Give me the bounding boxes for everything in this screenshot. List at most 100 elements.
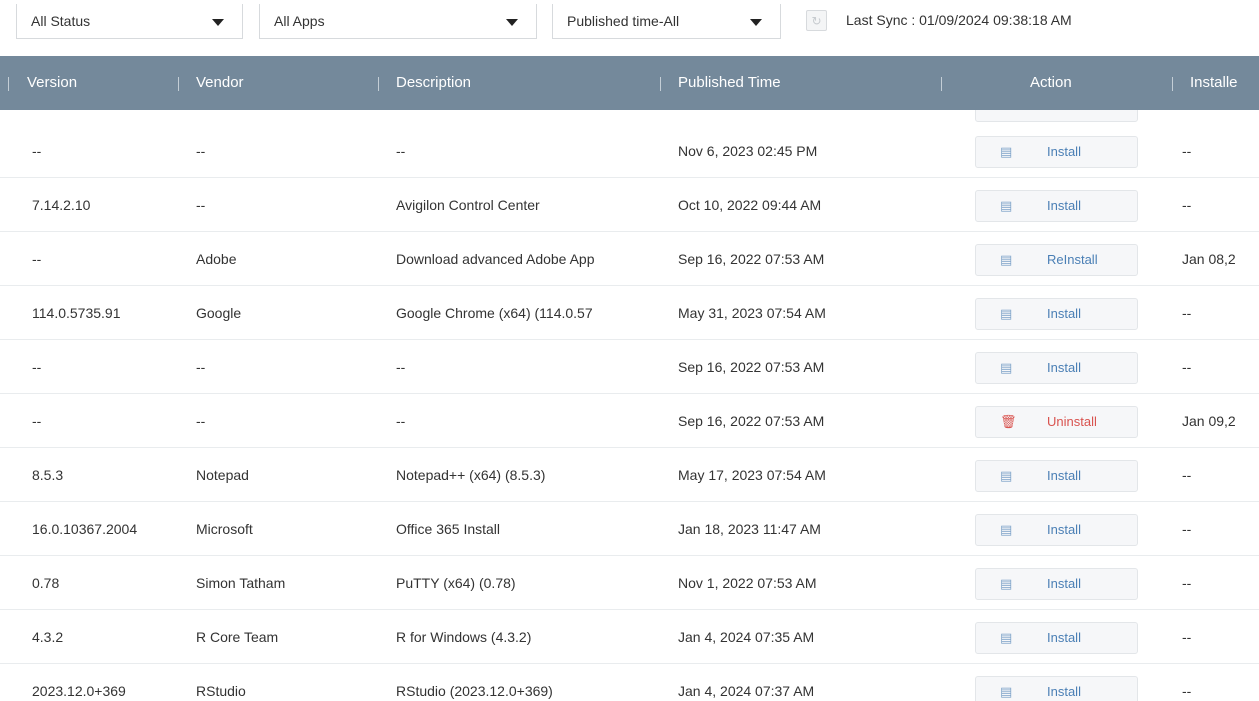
column-header-vendor[interactable]: Vendor (196, 56, 244, 110)
table-row[interactable]: 114.0.5735.91 Google Google Chrome (x64)… (0, 286, 1259, 340)
version-cell: 16.0.10367.2004 (32, 521, 138, 537)
apps-filter-dropdown[interactable]: All Apps (259, 4, 537, 39)
partial-action-button[interactable] (975, 110, 1138, 122)
install-icon: ▤ (1000, 198, 1013, 213)
install-button[interactable]: ▤ Install (975, 352, 1138, 384)
install-button[interactable]: ▤ Install (975, 190, 1138, 222)
vendor-cell: RStudio (196, 683, 246, 699)
version-cell: -- (32, 143, 42, 159)
installed-time-cell: -- (1182, 143, 1192, 159)
column-divider[interactable] (8, 77, 9, 91)
description-cell: Download advanced Adobe App (396, 251, 595, 267)
column-divider[interactable] (178, 77, 179, 91)
action-label: ReInstall (1047, 252, 1098, 267)
filter-bar: All Status All Apps Published time-All ↻… (0, 0, 1259, 56)
description-cell: -- (396, 413, 406, 429)
published-time-filter-dropdown[interactable]: Published time-All (552, 4, 781, 39)
version-cell: 8.5.3 (32, 467, 64, 483)
install-button[interactable]: ▤ Install (975, 676, 1138, 701)
install-button[interactable]: ▤ Install (975, 622, 1138, 654)
vendor-cell: Google (196, 305, 242, 321)
description-cell: R for Windows (4.3.2) (396, 629, 532, 645)
version-cell: 7.14.2.10 (32, 197, 91, 213)
table-row[interactable]: -- -- -- Nov 6, 2023 02:45 PM ▤ Install … (0, 124, 1259, 178)
status-filter-value: All Status (31, 13, 91, 29)
description-cell: -- (396, 143, 406, 159)
installed-time-cell: -- (1182, 467, 1192, 483)
column-divider[interactable] (1172, 77, 1173, 91)
action-label: Install (1047, 360, 1081, 375)
table-body: -- -- -- Nov 6, 2023 02:45 PM ▤ Install … (0, 110, 1259, 701)
published-time-cell: Jan 4, 2024 07:35 AM (678, 629, 815, 645)
install-icon: ▤ (1000, 306, 1013, 321)
description-cell: -- (396, 359, 406, 375)
trash-icon: 🗑 (1000, 414, 1017, 429)
vendor-cell: Microsoft (196, 521, 253, 537)
vendor-cell: Adobe (196, 251, 237, 267)
column-header-description[interactable]: Description (396, 56, 471, 110)
description-cell: PuTTY (x64) (0.78) (396, 575, 516, 591)
table-row[interactable]: -- -- -- Sep 16, 2022 07:53 AM ▤ Install… (0, 340, 1259, 394)
action-label: Install (1047, 684, 1081, 699)
install-icon: ▤ (1000, 684, 1013, 699)
install-button[interactable]: ▤ Install (975, 514, 1138, 546)
action-label: Install (1047, 576, 1081, 591)
description-cell: Avigilon Control Center (396, 197, 540, 213)
vendor-cell: -- (196, 359, 206, 375)
version-cell: -- (32, 359, 42, 375)
install-icon: ▤ (1000, 576, 1013, 591)
install-icon: ▤ (1000, 522, 1013, 537)
table-row[interactable]: 16.0.10367.2004 Microsoft Office 365 Ins… (0, 502, 1259, 556)
chevron-down-icon (212, 19, 224, 26)
chevron-down-icon (750, 19, 762, 26)
install-button[interactable]: ▤ Install (975, 568, 1138, 600)
vendor-cell: Notepad (196, 467, 249, 483)
description-cell: Notepad++ (x64) (8.5.3) (396, 467, 546, 483)
table-row[interactable]: 7.14.2.10 -- Avigilon Control Center Oct… (0, 178, 1259, 232)
published-time-cell: Nov 1, 2022 07:53 AM (678, 575, 817, 591)
uninstall-button[interactable]: 🗑 Uninstall (975, 406, 1138, 438)
table-row[interactable]: -- Adobe Download advanced Adobe App Sep… (0, 232, 1259, 286)
table-row[interactable]: 8.5.3 Notepad Notepad++ (x64) (8.5.3) Ma… (0, 448, 1259, 502)
install-button[interactable]: ▤ Install (975, 298, 1138, 330)
version-cell: -- (32, 413, 42, 429)
reinstall-button[interactable]: ▤ ReInstall (975, 244, 1138, 276)
published-time-filter-value: Published time-All (567, 13, 680, 29)
published-time-cell: May 31, 2023 07:54 AM (678, 305, 826, 321)
install-icon: ▤ (1000, 360, 1013, 375)
install-icon: ▤ (1000, 252, 1013, 267)
table-row[interactable]: 0.78 Simon Tatham PuTTY (x64) (0.78) Nov… (0, 556, 1259, 610)
installed-time-cell: -- (1182, 521, 1192, 537)
vendor-cell: -- (196, 143, 206, 159)
installed-time-cell: Jan 09,2 (1182, 413, 1236, 429)
column-header-installed[interactable]: Installe (1190, 56, 1238, 110)
column-divider[interactable] (378, 77, 379, 91)
column-header-published-time[interactable]: Published Time (678, 56, 781, 110)
action-label: Uninstall (1047, 414, 1097, 429)
refresh-icon[interactable]: ↻ (806, 10, 827, 31)
published-time-cell: Oct 10, 2022 09:44 AM (678, 197, 822, 213)
version-cell: 2023.12.0+369 (32, 683, 126, 699)
action-label: Install (1047, 630, 1081, 645)
column-header-version[interactable]: Version (27, 56, 77, 110)
table-row[interactable]: -- -- -- Sep 16, 2022 07:53 AM 🗑 Uninsta… (0, 394, 1259, 448)
status-filter-dropdown[interactable]: All Status (16, 4, 243, 39)
published-time-cell: Sep 16, 2022 07:53 AM (678, 413, 825, 429)
installed-time-cell: -- (1182, 305, 1192, 321)
description-cell: Office 365 Install (396, 521, 501, 537)
table-row[interactable]: 4.3.2 R Core Team R for Windows (4.3.2) … (0, 610, 1259, 664)
install-button[interactable]: ▤ Install (975, 460, 1138, 492)
vendor-cell: Simon Tatham (196, 575, 286, 591)
installed-time-cell: -- (1182, 197, 1192, 213)
column-divider[interactable] (941, 77, 942, 91)
install-button[interactable]: ▤ Install (975, 136, 1138, 168)
column-divider[interactable] (660, 77, 661, 91)
installed-time-cell: -- (1182, 683, 1192, 699)
action-label: Install (1047, 144, 1081, 159)
version-cell: 0.78 (32, 575, 60, 591)
action-label: Install (1047, 468, 1081, 483)
table-row[interactable]: 2023.12.0+369 RStudio RStudio (2023.12.0… (0, 664, 1259, 701)
column-header-action: Action (1030, 74, 1072, 91)
description-cell: RStudio (2023.12.0+369) (396, 683, 553, 699)
chevron-down-icon (506, 19, 518, 26)
